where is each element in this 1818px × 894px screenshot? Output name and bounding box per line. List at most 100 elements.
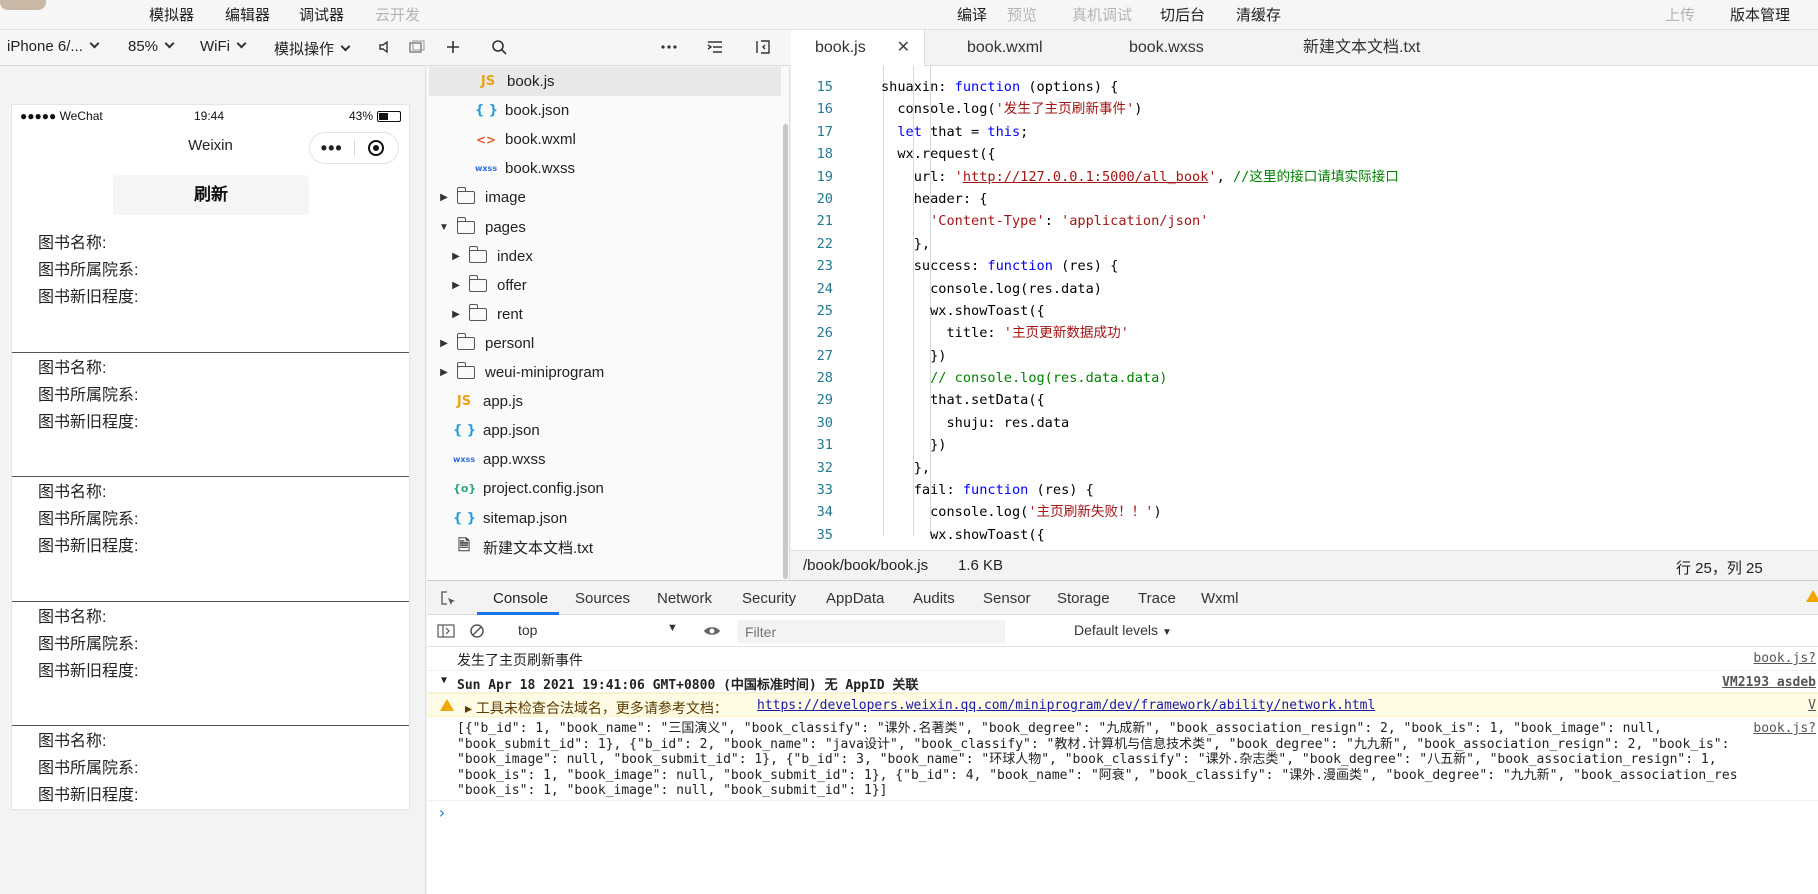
collapse-all-icon[interactable] [704,36,726,58]
eye-icon[interactable] [701,620,723,642]
preview-button[interactable]: 预览 [1007,4,1037,25]
zoom-select[interactable]: 85% [128,38,175,55]
volume-icon[interactable] [374,36,396,58]
cursor-position[interactable]: 行 25，列 25 [1676,557,1763,578]
sidebar-toggle-icon[interactable] [435,620,457,642]
source-link[interactable]: VM2193 asdeb [1722,675,1816,690]
tree-item-app-wxss[interactable]: wxss app.wxss [427,445,780,474]
source-link[interactable]: V [1808,698,1816,713]
tab-storage[interactable]: Storage [1057,590,1110,607]
menu-bar: 模拟器 编辑器 调试器 云开发 编译 预览 真机调试 切后台 清缓存 上传 版本… [0,0,1818,30]
tree-item-image[interactable]: ▶ image [427,183,780,212]
book-degree-label: 图书新旧程度: [38,787,139,804]
tab-book-wxml[interactable]: book.wxml [943,30,1043,66]
real-device-debug-button[interactable]: 真机调试 [1072,4,1132,25]
docs-link[interactable]: https://developers.weixin.qq.com/minipro… [757,698,1375,713]
clear-cache-button[interactable]: 清缓存 [1236,4,1281,25]
log-levels-select[interactable]: Default levels ▼ [1074,622,1172,638]
inspect-element-icon[interactable] [437,587,459,609]
background-button[interactable]: 切后台 [1160,4,1205,25]
close-target-icon[interactable] [354,140,398,156]
tab-book-wxss[interactable]: book.wxss [1105,30,1204,66]
source-link[interactable]: book.js? [1753,651,1816,666]
network-select[interactable]: WiFi [200,38,247,55]
folder-icon [456,332,475,350]
line-number: 18 [816,146,833,163]
refresh-button[interactable]: 刷新 [113,175,309,215]
console-prompt[interactable]: › [427,801,1818,825]
warning-icon[interactable] [1806,590,1818,602]
tab-console[interactable]: Console [493,590,548,607]
source-link[interactable]: book.js? [1753,721,1816,737]
tree-item-label: book.json [505,102,570,120]
tree-item-sitemap-json[interactable]: { } sitemap.json [427,504,780,533]
search-icon[interactable] [488,36,510,58]
menu-simulator[interactable]: 模拟器 [149,4,194,25]
expand-arrow-icon[interactable]: ▼ [441,675,447,686]
console-filter-input[interactable] [737,620,1005,643]
tree-item-label: personl [485,334,535,352]
tab-sources[interactable]: Sources [575,590,630,607]
line-number: 25 [816,302,833,319]
tree-item-app-json[interactable]: { } app.json [427,416,780,445]
tree-item-book-json[interactable]: { } book.json [427,96,780,125]
tree-item-offer[interactable]: ▶ offer [427,271,780,300]
tree-item-book-wxss[interactable]: wxss book.wxss [427,154,780,183]
tree-item-index[interactable]: ▶ index [427,242,780,271]
tab-appdata[interactable]: AppData [826,590,884,607]
simulate-op-select[interactable]: 模拟操作 [274,38,351,59]
clear-console-icon[interactable] [466,620,488,642]
wxml-file-icon: <> [475,132,497,147]
code-area[interactable]: 15 shuaxin: function (options) { 16 conso… [791,76,1818,584]
collapsed-arrow-icon[interactable]: ▶ [449,251,463,262]
version-management-button[interactable]: 版本管理 [1730,4,1790,25]
tab-audits[interactable]: Audits [913,590,955,607]
close-icon[interactable]: ✕ [897,30,910,66]
explorer-scrollbar[interactable] [783,124,788,579]
collapsed-arrow-icon[interactable]: ▶ [449,309,463,320]
console-group[interactable]: ▼ Sun Apr 18 2021 19:41:06 GMT+0800 (中国标… [427,671,1818,693]
tree-item-pages[interactable]: ▼ pages [427,213,780,242]
window-icon[interactable] [406,36,428,58]
tree-item-app-js[interactable]: JS app.js [427,387,780,416]
expanded-arrow-icon[interactable]: ▼ [437,222,451,233]
tree-item-book-js[interactable]: JS book.js [429,67,781,96]
tab-trace[interactable]: Trace [1138,590,1176,607]
collapsed-arrow-icon[interactable]: ▶ [437,367,451,378]
toggle-sidebar-icon[interactable] [752,36,774,58]
more-icon[interactable] [658,36,680,58]
tree-item-book-wxml[interactable]: <> book.wxml [427,125,780,154]
tab-sensor[interactable]: Sensor [983,590,1031,607]
tab-network[interactable]: Network [657,590,712,607]
tree-item-weui-miniprogram[interactable]: ▶ weui-miniprogram [427,358,780,387]
tab-wxml[interactable]: Wxml [1201,590,1239,607]
chevron-down-icon: ▼ [1161,627,1172,638]
tree-item-project-config-json[interactable]: {o} project.config.json [427,474,780,503]
tree-item-txt[interactable]: 🗎 新建文本文档.txt [427,533,780,562]
tree-item-personl[interactable]: ▶ personl [427,329,780,358]
menu-editor[interactable]: 编辑器 [225,4,270,25]
menu-debugger[interactable]: 调试器 [299,4,344,25]
tab-book-js[interactable]: book.js ✕ [791,30,925,66]
compile-button[interactable]: 编译 [957,4,987,25]
user-avatar[interactable] [0,0,46,10]
collapsed-arrow-icon[interactable]: ▶ [449,280,463,291]
device-select[interactable]: iPhone 6/... [7,38,100,55]
book-degree-label: 图书新旧程度: [38,662,139,680]
collapsed-arrow-icon[interactable]: ▶ [437,338,451,349]
tab-security[interactable]: Security [742,590,796,607]
more-dots-icon[interactable]: ••• [310,139,354,157]
line-number: 15 [816,79,833,95]
txt-file-icon: 🗎 [457,535,471,554]
add-file-icon[interactable] [442,36,464,58]
line-number: 28 [816,370,833,387]
book-degree-label: 图书新旧程度: [38,413,139,431]
tab-new-text-file[interactable]: 新建文本文档.txt [1279,30,1420,66]
context-select[interactable]: top [518,622,537,638]
upload-button[interactable]: 上传 [1665,4,1695,25]
tree-item-rent[interactable]: ▶ rent [427,300,780,329]
chevron-down-icon[interactable]: ▼ [667,622,678,634]
collapsed-arrow-icon[interactable]: ▶ [437,192,451,203]
menu-cloud-dev[interactable]: 云开发 [375,4,420,25]
clock-label: 19:44 [194,109,225,123]
